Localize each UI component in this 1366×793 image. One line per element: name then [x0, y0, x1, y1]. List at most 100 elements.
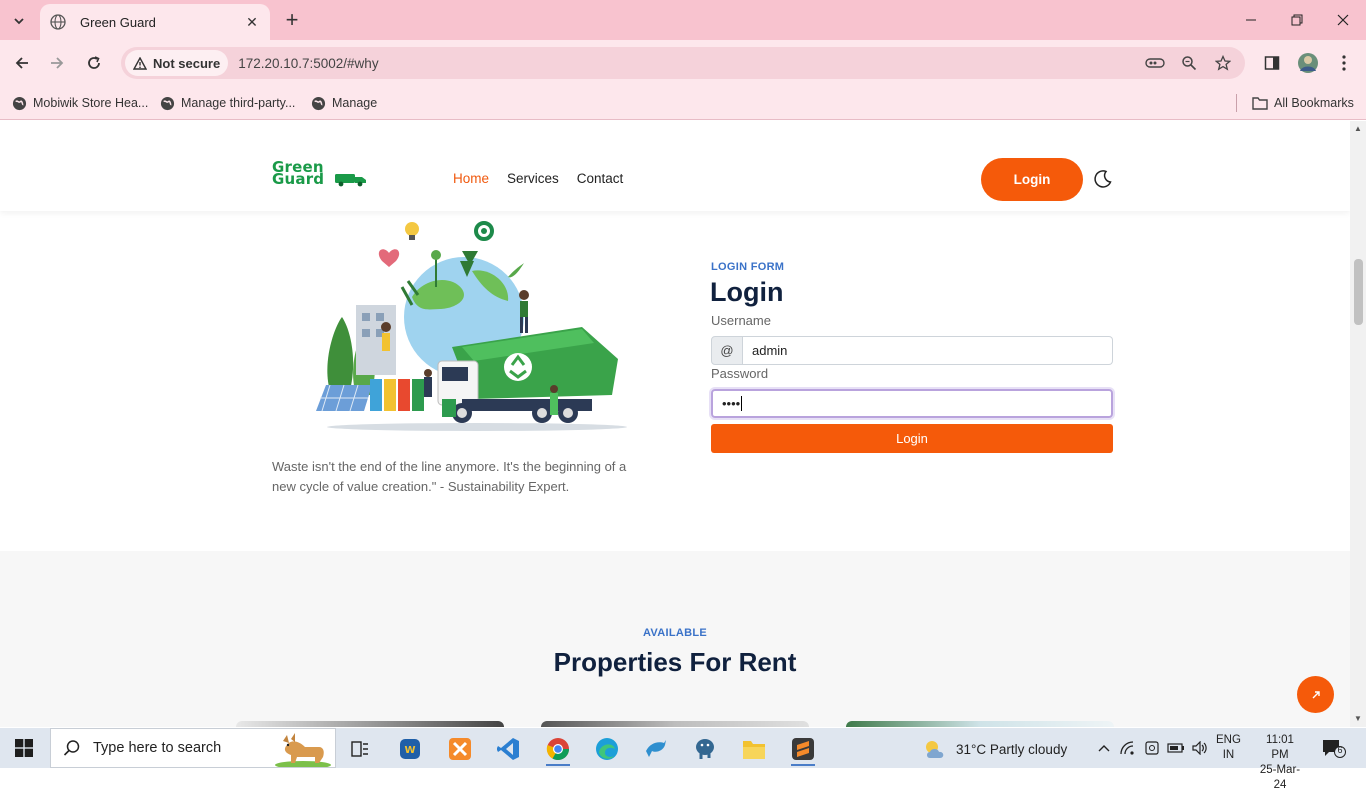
taskbar-app-sublime[interactable]: [785, 732, 821, 766]
app-icon-word: W: [400, 739, 420, 759]
all-bookmarks-label: All Bookmarks: [1274, 96, 1354, 110]
new-tab-button[interactable]: +: [280, 7, 304, 32]
globe-icon: [160, 96, 175, 110]
taskbar-app-mysql-workbench[interactable]: [638, 732, 674, 766]
language-indicator[interactable]: ENG IN: [1216, 733, 1241, 763]
password-key-icon[interactable]: [1143, 51, 1167, 75]
username-input-group: @ admin: [711, 336, 1113, 365]
taskbar-app-file-explorer[interactable]: [736, 732, 772, 766]
browser-tab[interactable]: Green Guard ✕: [40, 4, 270, 40]
chrome-icon: [546, 738, 569, 760]
tab-strip: Green Guard ✕ +: [0, 0, 1366, 40]
scroll-down-icon[interactable]: ▼: [1354, 714, 1362, 723]
chevron-up-icon: [1098, 745, 1110, 752]
bookmark-label: Manage third-party...: [181, 96, 296, 110]
scrollbar-thumb[interactable]: [1354, 259, 1363, 325]
zoom-icon[interactable]: [1177, 51, 1201, 75]
weather-text: 31°C Partly cloudy: [956, 741, 1068, 757]
hero-quote: Waste isn't the end of the line anymore.…: [272, 459, 627, 494]
taskbar-search-box[interactable]: Type here to search: [50, 728, 336, 768]
taskbar-search-placeholder: Type here to search: [93, 740, 222, 756]
camera-icon[interactable]: [1143, 739, 1161, 757]
bookmark-item[interactable]: Manage third-party...: [160, 92, 295, 114]
dog-illustration-icon: [275, 733, 331, 767]
avatar-icon: [1298, 53, 1318, 73]
nav-services[interactable]: Services: [507, 171, 559, 186]
notification-center-button[interactable]: 6: [1322, 738, 1346, 763]
more-vertical-icon: [1342, 55, 1346, 71]
menu-button[interactable]: [1331, 50, 1357, 76]
site-info-chip[interactable]: Not secure: [125, 50, 229, 76]
page-scrollbar[interactable]: ▲ ▼: [1350, 121, 1366, 727]
password-value: ••••: [722, 396, 741, 411]
login-submit-button[interactable]: Login: [711, 424, 1113, 453]
restore-button[interactable]: [1274, 6, 1320, 34]
arrow-up-icon: [1312, 690, 1320, 698]
profile-avatar-button[interactable]: [1295, 50, 1321, 76]
side-panel-button[interactable]: [1259, 50, 1285, 76]
edge-icon: [596, 738, 618, 760]
back-button[interactable]: [9, 50, 35, 76]
elephant-icon: [696, 739, 714, 759]
taskbar-app-xampp[interactable]: [442, 732, 478, 766]
nav-home[interactable]: Home: [453, 171, 489, 186]
tab-search-button[interactable]: [6, 8, 32, 34]
battery-icon[interactable]: [1167, 739, 1185, 757]
moon-icon[interactable]: [1093, 169, 1113, 189]
bookmark-divider: [1236, 94, 1237, 112]
vscode-icon: [497, 738, 519, 760]
volume-icon[interactable]: [1191, 739, 1209, 757]
system-clock[interactable]: 11:01 PM 25-Mar-24: [1256, 733, 1304, 793]
properties-kicker: AVAILABLE: [642, 627, 707, 639]
site-logo[interactable]: Green Guard: [272, 160, 366, 188]
windows-start-icon[interactable]: [15, 739, 33, 757]
task-view-button[interactable]: [342, 732, 378, 766]
password-input[interactable]: ••••: [711, 389, 1113, 418]
username-input[interactable]: admin: [743, 336, 1113, 365]
folder-icon: [743, 741, 765, 759]
taskbar-app-mobiwik[interactable]: W: [392, 732, 428, 766]
nav-contact[interactable]: Contact: [577, 171, 624, 186]
taskbar-app-postgresql[interactable]: [687, 732, 723, 766]
minimize-icon: [1246, 19, 1256, 21]
taskbar-app-chrome[interactable]: [540, 732, 576, 766]
close-window-button[interactable]: [1320, 6, 1366, 34]
text-caret: [741, 396, 743, 411]
property-card[interactable]: [236, 721, 504, 727]
bookmark-star-icon[interactable]: [1211, 51, 1235, 75]
recycling-illustration: [316, 221, 627, 431]
scroll-up-icon[interactable]: ▲: [1354, 124, 1362, 133]
close-tab-icon[interactable]: ✕: [244, 14, 260, 31]
taskbar-app-vscode[interactable]: [490, 732, 526, 766]
truck-icon: [335, 174, 366, 187]
network-icon[interactable]: [1119, 739, 1137, 757]
all-bookmarks-button[interactable]: All Bookmarks: [1252, 92, 1354, 114]
xampp-icon: [449, 738, 471, 760]
weather-widget[interactable]: 31°C Partly cloudy: [922, 738, 1067, 760]
not-secure-label: Not secure: [153, 55, 221, 71]
forward-button[interactable]: [44, 50, 70, 76]
address-bar[interactable]: Not secure 172.20.10.7:5002/#why: [121, 47, 1245, 79]
url-text[interactable]: 172.20.10.7:5002/#why: [238, 56, 378, 71]
bookmark-label: Manage: [332, 96, 378, 110]
partly-cloudy-icon: [926, 741, 944, 758]
scroll-top-button[interactable]: [1297, 676, 1334, 713]
reload-button[interactable]: [81, 50, 107, 76]
taskbar-app-edge[interactable]: [589, 732, 625, 766]
search-icon: [63, 740, 80, 756]
bookmark-item[interactable]: Mobiwik Store Hea...: [12, 92, 148, 114]
header-login-button[interactable]: Login: [981, 158, 1083, 201]
bookmarks-bar: Mobiwik Store Hea... Manage third-party.…: [0, 86, 1366, 120]
svg-text:W: W: [404, 745, 415, 756]
logo-text-line2: Guard: [272, 170, 325, 188]
minimize-button[interactable]: [1228, 6, 1274, 34]
property-card[interactable]: [541, 721, 809, 727]
properties-title: Properties For Rent: [553, 647, 797, 677]
property-card[interactable]: [846, 721, 1114, 727]
language-code: ENG: [1216, 734, 1241, 746]
bookmark-item[interactable]: Manage: [311, 92, 377, 114]
form-kicker: LOGIN FORM: [711, 261, 785, 273]
page-viewport: Green Guard Home Services Contact Login: [0, 121, 1350, 727]
show-hidden-icons-button[interactable]: [1095, 739, 1113, 757]
restore-icon: [1291, 14, 1303, 26]
